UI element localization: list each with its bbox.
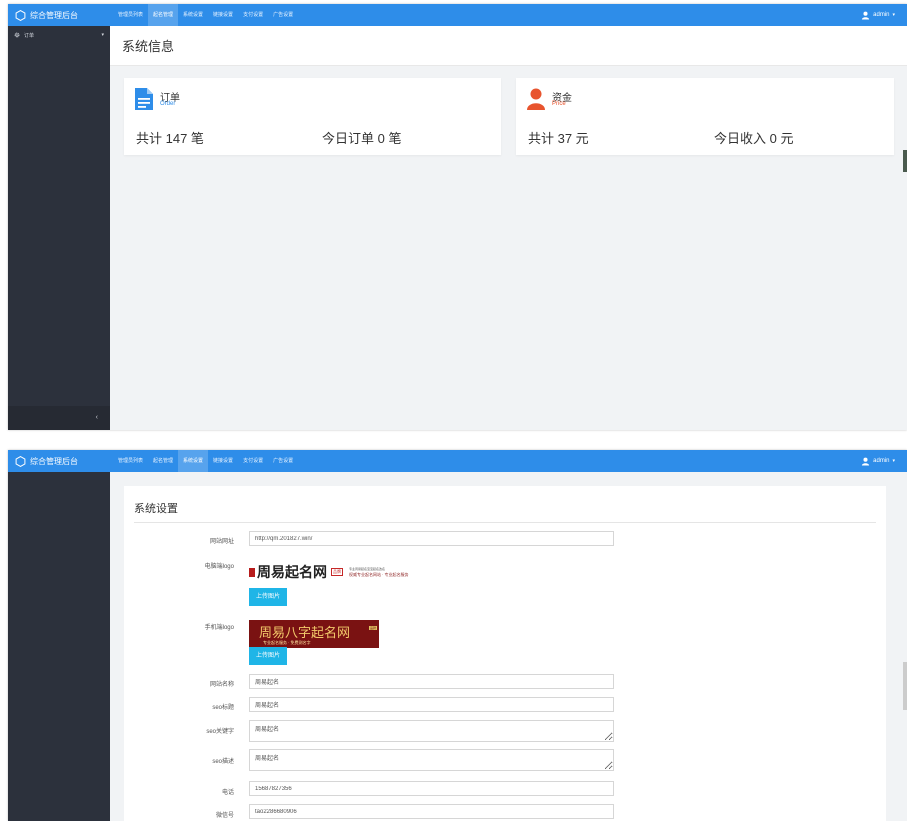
page-title: 系统信息 <box>122 39 175 54</box>
top-bar: 综合管理后台 管理员列表 起名管理 系统设置 链接设置 支付设置 广告设置 ad… <box>8 4 907 26</box>
site-url-label: 网站网址 <box>209 539 234 545</box>
mobile-logo-image: 周易八字起名网 品牌 专业起名服务 · 免费测名字 <box>249 620 379 648</box>
seo-title-input[interactable] <box>249 697 614 712</box>
logo-tag: 品牌 <box>368 626 377 630</box>
sidebar-collapse-button[interactable]: ‹ <box>8 406 110 430</box>
document-icon <box>135 88 153 110</box>
logo-seal: 品牌 <box>331 568 343 576</box>
caret-down-icon: ▾ <box>101 32 104 38</box>
user-menu[interactable]: admin ▾ <box>861 450 895 472</box>
logo-tagline-2: 权威专业起名网站 · 专业起名服务 <box>349 571 409 577</box>
card-subtitle: Price <box>552 101 566 107</box>
seo-desc-label: seo描述 <box>212 759 234 765</box>
top-nav: 管理员列表 起名管理 系统设置 链接设置 支付设置 广告设置 <box>113 450 298 472</box>
funds-summary-card: 资金 Price 共计 37 元 今日收入 0 元 <box>516 78 894 155</box>
user-menu[interactable]: admin ▾ <box>861 4 895 26</box>
caret-down-icon: ▾ <box>892 12 895 18</box>
top-nav: 管理员列表 起名管理 系统设置 链接设置 支付设置 广告设置 <box>113 4 298 26</box>
hexagon-logo-icon <box>15 455 26 467</box>
top-bar: 综合管理后台 管理员列表 起名管理 系统设置 链接设置 支付设置 广告设置 ad… <box>8 450 907 472</box>
user-name: admin <box>873 458 890 464</box>
logo-title: 周易起名网 <box>257 565 327 581</box>
seo-title-label: seo标题 <box>212 705 234 711</box>
nav-payment-settings[interactable]: 支付设置 <box>238 450 268 472</box>
seo-desc-textarea[interactable]: 周易起名 <box>249 749 614 771</box>
funds-total: 共计 37 元 <box>528 131 589 146</box>
page-header: 系统信息 <box>110 26 907 66</box>
pc-logo-label: 电脑端logo <box>204 564 234 570</box>
caret-down-icon: ▾ <box>892 458 895 464</box>
site-name-label: 网站名称 <box>209 682 234 688</box>
order-summary-card: 订单 Order 共计 147 笔 今日订单 0 笔 <box>124 78 501 155</box>
brand-name: 综合管理后台 <box>30 456 78 466</box>
user-icon <box>862 457 870 466</box>
scrollbar[interactable] <box>903 662 907 710</box>
wechat-input[interactable] <box>249 804 614 819</box>
divider <box>134 522 876 523</box>
phone-input[interactable] <box>249 781 614 796</box>
nav-naming[interactable]: 起名管理 <box>148 4 179 26</box>
nav-link-settings[interactable]: 链接设置 <box>208 450 238 472</box>
brand[interactable]: 综合管理后台 <box>8 4 110 26</box>
logo-taglines: 专业周易起名宝宝起名改名 权威专业起名网站 · 专业起名服务 <box>349 567 409 578</box>
nav-naming[interactable]: 起名管理 <box>148 450 178 472</box>
person-icon <box>527 88 545 110</box>
upload-mobile-logo-button[interactable]: 上传图片 <box>249 647 287 665</box>
order-total: 共计 147 笔 <box>136 131 204 146</box>
funds-today: 今日收入 0 元 <box>714 131 794 146</box>
panel-title: 系统设置 <box>134 503 178 515</box>
nav-link-settings[interactable]: 链接设置 <box>208 4 238 26</box>
upload-pc-logo-button[interactable]: 上传图片 <box>249 588 287 606</box>
hexagon-logo-icon <box>15 9 26 21</box>
brand-name: 综合管理后台 <box>30 10 78 20</box>
phone-label: 电话 <box>221 790 234 796</box>
card-subtitle: Order <box>160 101 176 107</box>
mobile-logo-label: 手机端logo <box>204 625 234 631</box>
nav-system-settings[interactable]: 系统设置 <box>178 4 208 26</box>
main-content: 系统信息 订单 Order 共计 147 笔 今日订单 0 笔 资金 Price… <box>110 26 907 430</box>
settings-panel: 系统设置 网站网址 电脑端logo 周易起名网 品牌 专业周易起名宝宝起名改名 … <box>124 486 886 821</box>
sidebar-item-label: 订单 <box>24 32 35 39</box>
wechat-label: 微信号 <box>215 813 234 819</box>
user-icon <box>862 11 870 20</box>
brand[interactable]: 综合管理后台 <box>8 450 110 472</box>
pc-logo-image: 周易起名网 品牌 专业周易起名宝宝起名改名 权威专业起名网站 · 专业起名服务 <box>249 560 439 584</box>
nav-ad-settings[interactable]: 广告设置 <box>268 450 298 472</box>
sidebar <box>8 472 110 821</box>
seo-keywords-label: seo关键字 <box>206 729 234 735</box>
sidebar: 订单 ▾ ‹ <box>8 26 110 430</box>
site-url-input[interactable] <box>249 531 614 546</box>
seo-keywords-textarea[interactable]: 周易起名 <box>249 720 614 742</box>
nav-payment-settings[interactable]: 支付设置 <box>238 4 268 26</box>
sidebar-item-orders[interactable]: 订单 ▾ <box>8 26 110 44</box>
scrollbar[interactable] <box>903 150 907 172</box>
order-today: 今日订单 0 笔 <box>322 131 402 146</box>
site-name-input[interactable] <box>249 674 614 689</box>
logo-badge <box>249 567 255 577</box>
logo-subtitle: 专业起名服务 · 免费测名字 <box>263 640 311 645</box>
main-content: 系统设置 网站网址 电脑端logo 周易起名网 品牌 专业周易起名宝宝起名改名 … <box>110 472 907 821</box>
gear-icon <box>14 32 20 38</box>
dashboard-screenshot: 综合管理后台 管理员列表 起名管理 系统设置 链接设置 支付设置 广告设置 ad… <box>8 4 907 430</box>
nav-admin-list[interactable]: 管理员列表 <box>113 450 148 472</box>
logo-tagline-1: 专业周易起名宝宝起名改名 <box>349 566 386 571</box>
nav-system-settings[interactable]: 系统设置 <box>178 450 209 472</box>
settings-screenshot: 综合管理后台 管理员列表 起名管理 系统设置 链接设置 支付设置 广告设置 ad… <box>8 450 907 821</box>
user-name: admin <box>873 12 890 18</box>
nav-ad-settings[interactable]: 广告设置 <box>268 4 298 26</box>
nav-admin-list[interactable]: 管理员列表 <box>113 4 148 26</box>
logo-title: 周易八字起名网 <box>259 626 351 641</box>
